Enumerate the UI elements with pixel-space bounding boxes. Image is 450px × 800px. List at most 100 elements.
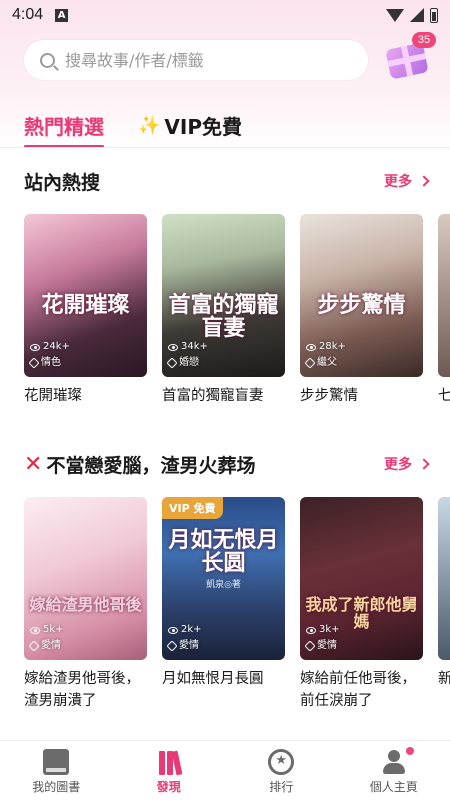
search-icon xyxy=(40,52,55,68)
book-card-partial[interactable]: 新 xyxy=(438,497,450,690)
book-title: 步步驚情 xyxy=(300,388,358,404)
genre-tag: 情色 xyxy=(41,357,61,368)
book-cover: 首富的獨寵盲妻 34k+ 婚戀 xyxy=(162,214,285,377)
notification-dot xyxy=(406,747,415,755)
book-cover: 嫁給渣男他哥後 5k+ 愛情 xyxy=(24,497,147,660)
genre-tag: 婚戀 xyxy=(179,357,199,368)
book-cover xyxy=(438,214,450,377)
book-row-scumbag: 嫁給渣男他哥後 5k+ 愛情 嫁給渣男他哥後，渣男崩潰了 VIP 免費 月如无恨… xyxy=(24,497,423,712)
battery-icon xyxy=(430,7,438,23)
book-card[interactable]: VIP 免費 月如无恨月长圆 凱泉◎著 2k+ 愛情 月如無恨月長圓 xyxy=(162,497,285,712)
nav-label: 個人主頁 xyxy=(369,780,418,794)
book-card[interactable]: 步步驚情 28k+ 繼父 步步驚情 xyxy=(300,214,423,407)
cover-title: 嫁給渣男他哥後 xyxy=(29,595,142,614)
view-count: 28k+ xyxy=(319,341,346,352)
divider xyxy=(0,147,450,148)
signal-icon xyxy=(410,8,424,22)
view-count: 34k+ xyxy=(181,341,208,352)
tag-icon xyxy=(166,640,178,652)
nav-label: 發現 xyxy=(156,780,181,794)
gift-badge: 35 xyxy=(412,32,436,48)
view-count: 5k+ xyxy=(43,624,64,635)
nav-label: 我的圖書 xyxy=(32,780,81,794)
cover-author: 凱泉◎著 xyxy=(206,580,241,590)
book-card[interactable]: 我成了新郎他舅媽 3k+ 愛情 嫁給前任他哥後，前任淚崩了 xyxy=(300,497,423,712)
eye-icon xyxy=(168,343,178,351)
cover-title: 月如无恨月长圆 xyxy=(168,527,279,577)
more-label: 更多 xyxy=(384,174,412,190)
vip-free-badge: VIP 免費 xyxy=(162,497,223,519)
nav-profile[interactable]: 個人主頁 xyxy=(338,741,450,800)
book-cover: 花開璀璨 24k+ 情色 xyxy=(24,214,147,377)
book-card-partial[interactable]: 七 xyxy=(438,214,450,407)
section-title: 站內熱搜 xyxy=(24,171,101,194)
book-cover: 步步驚情 28k+ 繼父 xyxy=(300,214,423,377)
x-icon: ✕ xyxy=(24,451,43,477)
chevron-right-icon xyxy=(418,458,430,470)
eye-icon xyxy=(306,626,316,634)
cover-meta: 34k+ 婚戀 xyxy=(166,339,208,371)
more-link[interactable]: 更多 xyxy=(384,454,430,474)
nav-my-books[interactable]: 我的圖書 xyxy=(0,741,113,800)
view-count: 3k+ xyxy=(319,624,340,635)
cover-meta: 5k+ 愛情 xyxy=(28,622,64,654)
section-header-scumbag: ✕ 不當戀愛腦，渣男火葬场 更多 xyxy=(24,449,430,479)
book-cover: VIP 免費 月如无恨月长圆 凱泉◎著 2k+ 愛情 xyxy=(162,497,285,660)
book-row-hot-search: 花開璀璨 24k+ 情色 花開璀璨 首富的獨寵盲妻 34k+ 婚戀 首富的獨寵盲… xyxy=(24,214,423,407)
cover-title: 步步驚情 xyxy=(317,292,406,318)
notification-icon: A xyxy=(55,8,69,22)
cover-title: 花開璀璨 xyxy=(41,292,130,318)
tab-label: VIP免費 xyxy=(164,114,242,139)
book-cover xyxy=(438,497,450,660)
section-title-text: 不當戀愛腦，渣男火葬场 xyxy=(46,454,256,477)
nav-discover[interactable]: 發現 xyxy=(113,741,226,800)
chevron-right-icon xyxy=(418,175,430,187)
genre-tag: 繼父 xyxy=(317,357,337,368)
category-tabs: 熱門精選 ✨ VIP免費 xyxy=(24,108,242,148)
wifi-icon xyxy=(386,8,404,22)
cover-meta: 28k+ 繼父 xyxy=(304,339,346,371)
gift-button[interactable]: 35 xyxy=(380,32,436,82)
search-input[interactable] xyxy=(65,50,345,70)
book-title: 首富的獨寵盲妻 xyxy=(162,388,264,404)
status-time: 4:04 xyxy=(12,6,44,23)
book-icon xyxy=(43,749,70,775)
eye-icon xyxy=(306,343,316,351)
cover-title: 首富的獨寵盲妻 xyxy=(168,292,279,342)
genre-tag: 愛情 xyxy=(317,640,337,651)
user-icon xyxy=(381,749,407,775)
tag-icon xyxy=(304,640,316,652)
book-card[interactable]: 首富的獨寵盲妻 34k+ 婚戀 首富的獨寵盲妻 xyxy=(162,214,285,407)
status-icons xyxy=(386,7,438,23)
more-link[interactable]: 更多 xyxy=(384,171,430,191)
sparkle-icon: ✨ xyxy=(138,114,161,136)
bottom-nav: 我的圖書 發現 排行 個人主頁 xyxy=(0,740,450,800)
book-card[interactable]: 嫁給渣男他哥後 5k+ 愛情 嫁給渣男他哥後，渣男崩潰了 xyxy=(24,497,147,712)
more-label: 更多 xyxy=(384,457,412,473)
view-count: 2k+ xyxy=(181,624,202,635)
book-title: 嫁給前任他哥後，前任淚崩了 xyxy=(300,671,416,709)
cover-meta: 24k+ 情色 xyxy=(28,339,70,371)
view-count: 24k+ xyxy=(43,341,70,352)
book-title: 月如無恨月長圓 xyxy=(162,671,264,687)
tag-icon xyxy=(28,640,40,652)
eye-icon xyxy=(168,626,178,634)
nav-label: 排行 xyxy=(269,780,294,794)
section-title: ✕ 不當戀愛腦，渣男火葬场 xyxy=(24,451,255,478)
books-icon xyxy=(156,749,182,775)
book-card[interactable]: 花開璀璨 24k+ 情色 花開璀璨 xyxy=(24,214,147,407)
tab-vip-free[interactable]: ✨ VIP免費 xyxy=(138,108,242,142)
eye-icon xyxy=(30,343,40,351)
tag-icon xyxy=(304,357,316,369)
book-cover: 我成了新郎他舅媽 3k+ 愛情 xyxy=(300,497,423,660)
book-title: 新 xyxy=(438,671,450,687)
nav-ranking[interactable]: 排行 xyxy=(225,741,338,800)
eye-icon xyxy=(30,626,40,634)
tab-popular[interactable]: 熱門精選 xyxy=(24,108,104,148)
cover-meta: 3k+ 愛情 xyxy=(304,622,340,654)
genre-tag: 愛情 xyxy=(179,640,199,651)
book-title: 嫁給渣男他哥後，渣男崩潰了 xyxy=(24,671,140,709)
search-bar[interactable] xyxy=(24,40,368,80)
book-title: 花開璀璨 xyxy=(24,388,82,404)
genre-tag: 愛情 xyxy=(41,640,61,651)
